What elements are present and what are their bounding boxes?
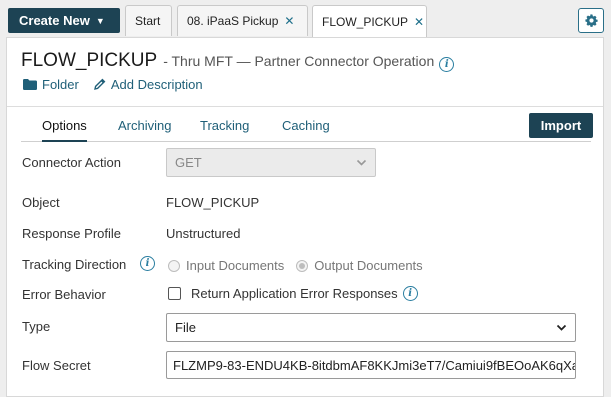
tab-ipaas-pickup[interactable]: 08. iPaaS Pickup ✕: [177, 5, 308, 36]
close-icon[interactable]: ✕: [414, 15, 424, 29]
error-behavior-row: Return Application Error Responses i: [168, 286, 418, 301]
meta-row: Folder Add Description: [23, 77, 217, 92]
divider: [7, 106, 603, 107]
connector-action-value: GET: [175, 155, 202, 170]
tab-options[interactable]: Options: [42, 118, 87, 142]
chevron-down-icon: [556, 324, 567, 331]
add-description-link[interactable]: Add Description: [93, 77, 203, 92]
tab-label: 08. iPaaS Pickup: [187, 14, 279, 28]
tab-caching[interactable]: Caching: [282, 118, 330, 133]
type-label: Type: [22, 319, 51, 334]
folder-icon: [23, 79, 37, 90]
type-select[interactable]: File: [166, 313, 576, 342]
input-documents-label: Input Documents: [186, 258, 285, 273]
page-title: FLOW_PICKUP: [21, 50, 158, 71]
close-icon[interactable]: ✕: [284, 14, 294, 28]
error-behavior-label: Error Behavior: [22, 287, 106, 302]
output-documents-label: Output Documents: [314, 258, 423, 273]
folder-link[interactable]: Folder: [23, 77, 79, 92]
info-icon[interactable]: i: [439, 57, 455, 72]
output-documents-radio[interactable]: Output Documents: [296, 258, 423, 273]
info-icon[interactable]: i: [140, 256, 155, 271]
type-value: File: [175, 320, 196, 335]
create-new-label: Create New: [19, 13, 90, 28]
return-errors-checkbox[interactable]: [168, 287, 181, 300]
connector-action-label: Connector Action: [22, 155, 122, 170]
tab-start[interactable]: Start: [125, 5, 172, 36]
return-errors-label: Return Application Error Responses: [191, 286, 398, 301]
response-profile-label: Response Profile: [22, 226, 121, 241]
operation-panel: FLOW_PICKUP - Thru MFT — Partner Connect…: [6, 37, 604, 397]
subtab-bar: Options Archiving Tracking Caching: [21, 110, 591, 142]
import-button[interactable]: Import: [529, 113, 593, 138]
object-label: Object: [22, 195, 60, 210]
response-profile-value: Unstructured: [166, 226, 241, 241]
object-value: FLOW_PICKUP: [166, 195, 260, 210]
connector-action-select: GET: [166, 148, 376, 177]
title-row: FLOW_PICKUP - Thru MFT — Partner Connect…: [21, 50, 455, 72]
radio-button[interactable]: [296, 259, 309, 272]
folder-label: Folder: [42, 77, 79, 92]
tab-tracking[interactable]: Tracking: [200, 118, 249, 133]
add-description-label: Add Description: [110, 77, 203, 92]
flow-secret-label: Flow Secret: [22, 358, 91, 373]
info-icon[interactable]: i: [402, 286, 418, 301]
top-tab-bar: Create New ▼ Start 08. iPaaS Pickup ✕ FL…: [0, 0, 611, 38]
tab-label: FLOW_PICKUP: [322, 15, 409, 29]
radio-button[interactable]: [168, 259, 180, 272]
caret-down-icon: ▼: [95, 15, 105, 26]
tracking-direction-label: Tracking Direction: [22, 257, 127, 272]
settings-button[interactable]: [578, 8, 604, 33]
tab-archiving[interactable]: Archiving: [118, 118, 171, 133]
tracking-direction-radios: Input Documents Output Documents: [168, 258, 435, 273]
page-subtitle: - Thru MFT — Partner Connector Operation: [163, 53, 435, 69]
create-new-button[interactable]: Create New ▼: [8, 8, 120, 33]
input-documents-radio[interactable]: Input Documents: [168, 258, 284, 273]
gear-icon: [584, 14, 598, 27]
chevron-down-icon: [356, 159, 367, 166]
flow-secret-input[interactable]: FLZMP9-83-ENDU4KB-8itdbmAF8KKJmi3eT7/Cam…: [166, 351, 576, 379]
tab-flow-pickup[interactable]: FLOW_PICKUP ✕: [312, 5, 427, 38]
tab-label: Start: [135, 14, 161, 28]
pencil-icon: [93, 78, 106, 90]
